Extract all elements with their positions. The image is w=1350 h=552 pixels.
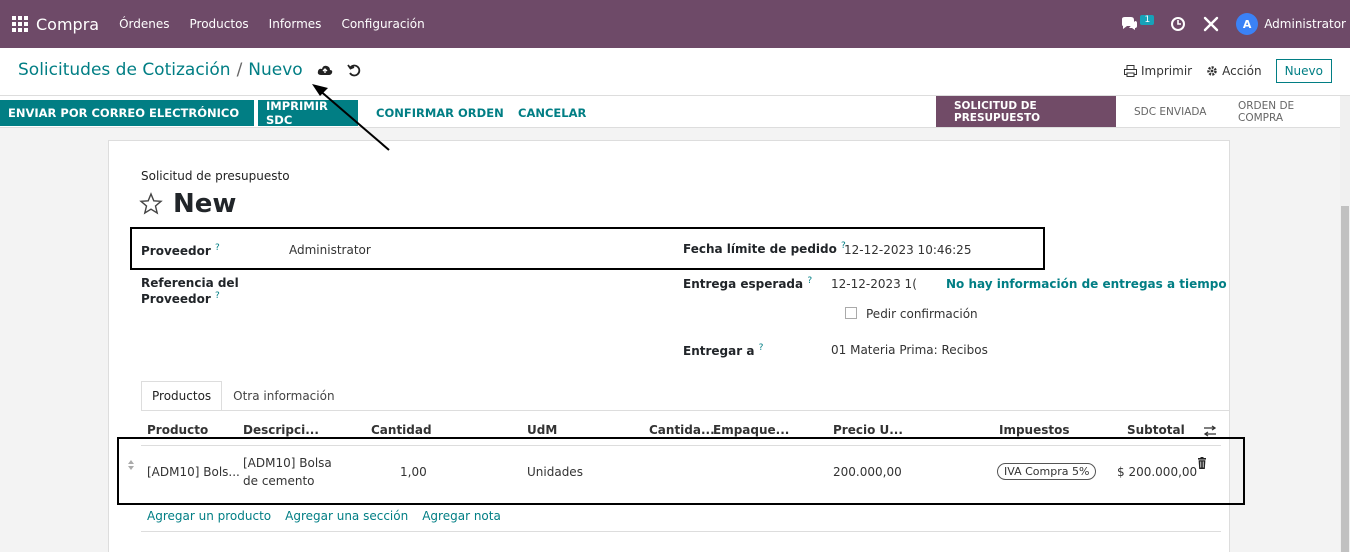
annotation-arrow xyxy=(312,84,390,151)
